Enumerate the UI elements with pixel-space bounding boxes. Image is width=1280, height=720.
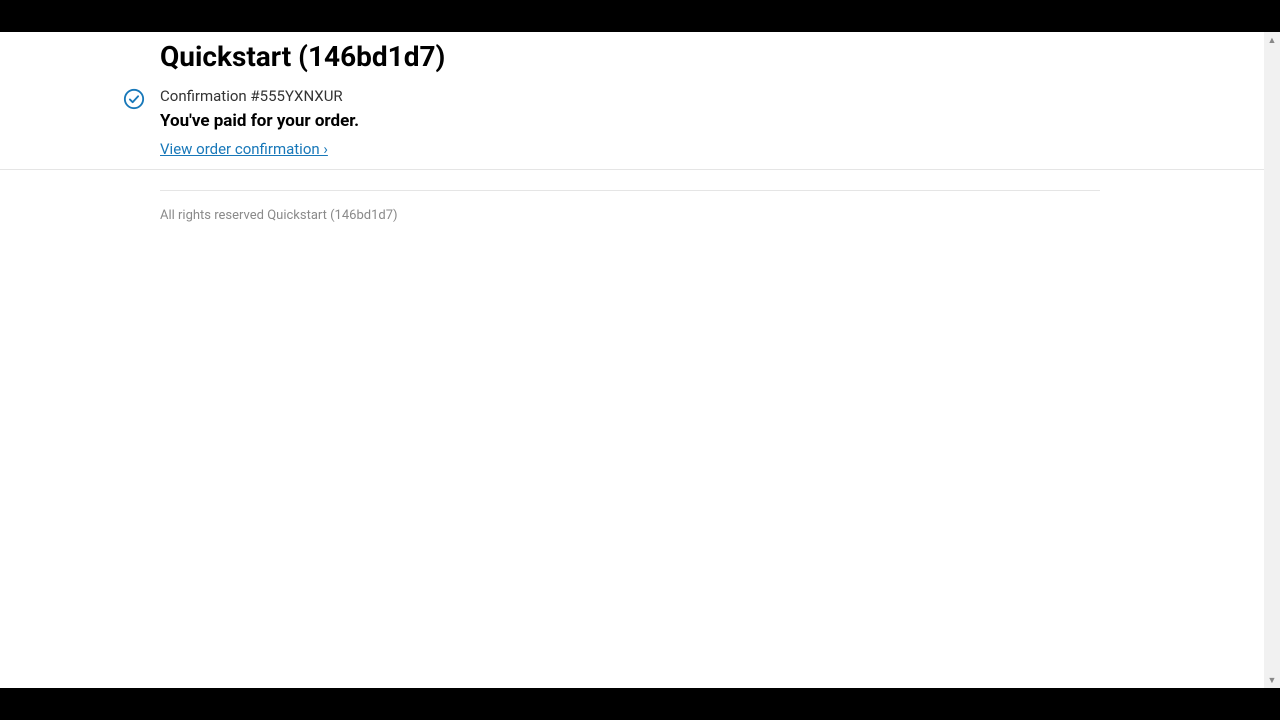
paid-message: You've paid for your order. <box>160 111 1120 131</box>
footer-rights: All rights reserved Quickstart (146bd1d7… <box>160 208 398 223</box>
top-black-bar <box>0 0 1280 32</box>
scroll-up-arrow-icon[interactable]: ▲ <box>1264 32 1280 48</box>
page-title: Quickstart (146bd1d7) <box>160 40 1120 73</box>
inner-divider <box>160 190 1100 191</box>
confirmation-number: Confirmation #555YXNXUR <box>160 87 1120 105</box>
vertical-scrollbar[interactable]: ▲ ▼ <box>1264 32 1280 688</box>
main-content: Quickstart (146bd1d7) Confirmation #555Y… <box>0 32 1280 158</box>
confirmation-block: Confirmation #555YXNXUR You've paid for … <box>160 87 1120 158</box>
bottom-black-bar <box>0 688 1280 720</box>
full-width-divider <box>0 169 1280 170</box>
scroll-down-arrow-icon[interactable]: ▼ <box>1264 672 1280 688</box>
view-order-confirmation-link[interactable]: View order confirmation › <box>160 140 328 158</box>
checkmark-circle-icon <box>123 88 145 110</box>
